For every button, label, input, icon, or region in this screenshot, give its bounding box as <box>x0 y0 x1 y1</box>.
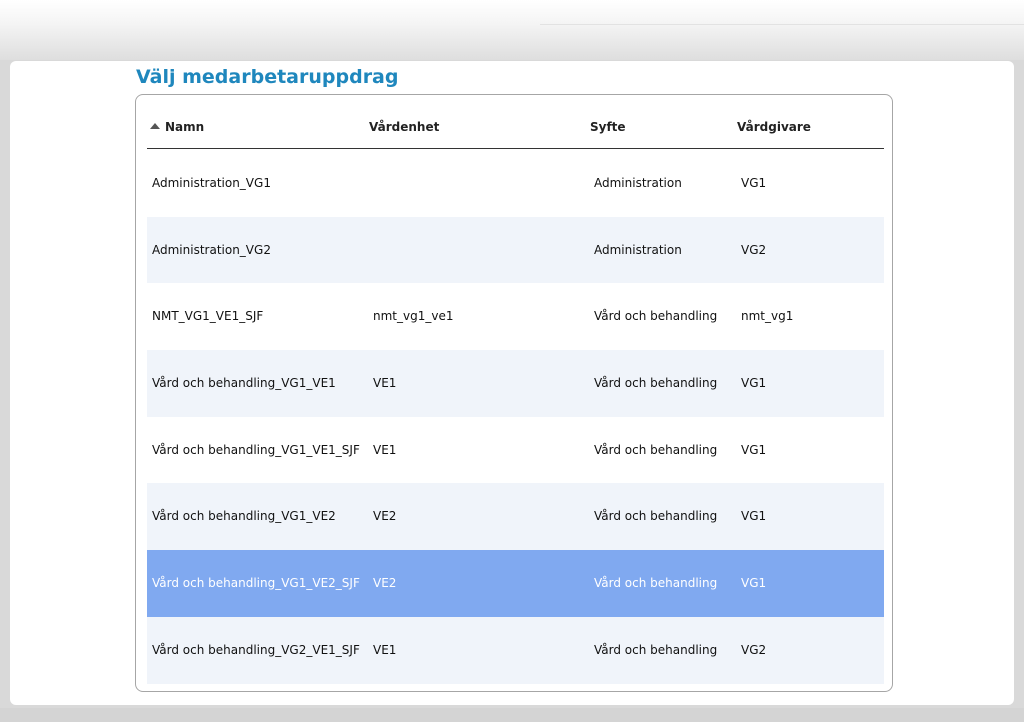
column-header-syfte[interactable]: Syfte <box>590 106 626 148</box>
cell-vardenhet: nmt_vg1_ve1 <box>373 309 454 324</box>
cell-vardenhet: VE1 <box>373 376 397 391</box>
cell-vardgivare: VG1 <box>741 509 767 524</box>
table-body: Administration_VG1 Administration VG1 Ad… <box>147 150 884 684</box>
table-row-selected[interactable]: Vård och behandling_VG1_VE2_SJF VE2 Vård… <box>147 550 884 617</box>
page-title: Välj medarbetaruppdrag <box>136 66 399 88</box>
bottom-strip <box>0 708 1024 722</box>
table-row[interactable]: NMT_VG1_VE1_SJF nmt_vg1_ve1 Vård och beh… <box>147 283 884 351</box>
cell-vardgivare: nmt_vg1 <box>741 309 794 324</box>
cell-syfte: Vård och behandling <box>594 309 718 324</box>
cell-vardenhet: VE2 <box>373 576 397 591</box>
table-row[interactable]: Vård och behandling_VG2_VE1_SJF VE1 Vård… <box>147 616 884 684</box>
cell-syfte: Vård och behandling <box>594 442 718 457</box>
cell-namn: Vård och behandling_VG2_VE1_SJF <box>152 642 360 657</box>
cell-namn: Vård och behandling_VG1_VE1 <box>152 376 336 391</box>
cell-syfte: Vård och behandling <box>594 576 718 591</box>
table-row[interactable]: Vård och behandling_VG1_VE1 VE1 Vård och… <box>147 350 884 417</box>
cell-syfte: Administration <box>594 176 682 190</box>
table-row[interactable]: Vård och behandling_VG1_VE2 VE2 Vård och… <box>147 483 884 551</box>
cell-vardgivare: VG1 <box>741 576 767 591</box>
cell-syfte: Vård och behandling <box>594 642 718 657</box>
table-row[interactable]: Administration_VG1 Administration VG1 <box>147 150 884 217</box>
cell-vardgivare: VG1 <box>741 376 767 391</box>
cell-namn: Vård och behandling_VG1_VE1_SJF <box>152 442 360 457</box>
sort-ascending-icon <box>150 123 160 129</box>
column-header-vardenhet[interactable]: Vårdenhet <box>369 106 439 148</box>
cell-syfte: Vård och behandling <box>594 376 718 391</box>
cell-vardgivare: VG2 <box>741 242 767 257</box>
cell-vardgivare: VG2 <box>741 642 767 657</box>
cell-vardgivare: VG1 <box>741 176 767 190</box>
cell-vardenhet: VE1 <box>373 442 397 457</box>
cell-syfte: Administration <box>594 242 682 257</box>
column-header-label: Namn <box>165 120 205 134</box>
header-divider <box>540 24 1024 25</box>
cell-namn: Administration_VG2 <box>152 242 271 257</box>
cell-namn: Vård och behandling_VG1_VE2 <box>152 509 336 524</box>
cell-vardgivare: VG1 <box>741 442 767 457</box>
cell-syfte: Vård och behandling <box>594 509 718 524</box>
top-header-bar <box>0 0 1024 60</box>
table-row[interactable]: Administration_VG2 Administration VG2 <box>147 216 884 284</box>
table-row[interactable]: Vård och behandling_VG1_VE1_SJF VE1 Vård… <box>147 416 884 484</box>
cell-vardenhet: VE1 <box>373 642 397 657</box>
cell-vardenhet: VE2 <box>373 509 397 524</box>
cell-namn: Vård och behandling_VG1_VE2_SJF <box>152 576 360 591</box>
table-header: Namn Vårdenhet Syfte Vårdgivare <box>147 106 884 149</box>
cell-namn: NMT_VG1_VE1_SJF <box>152 309 264 324</box>
column-header-vardgivare[interactable]: Vårdgivare <box>737 106 811 148</box>
cell-namn: Administration_VG1 <box>152 176 271 190</box>
